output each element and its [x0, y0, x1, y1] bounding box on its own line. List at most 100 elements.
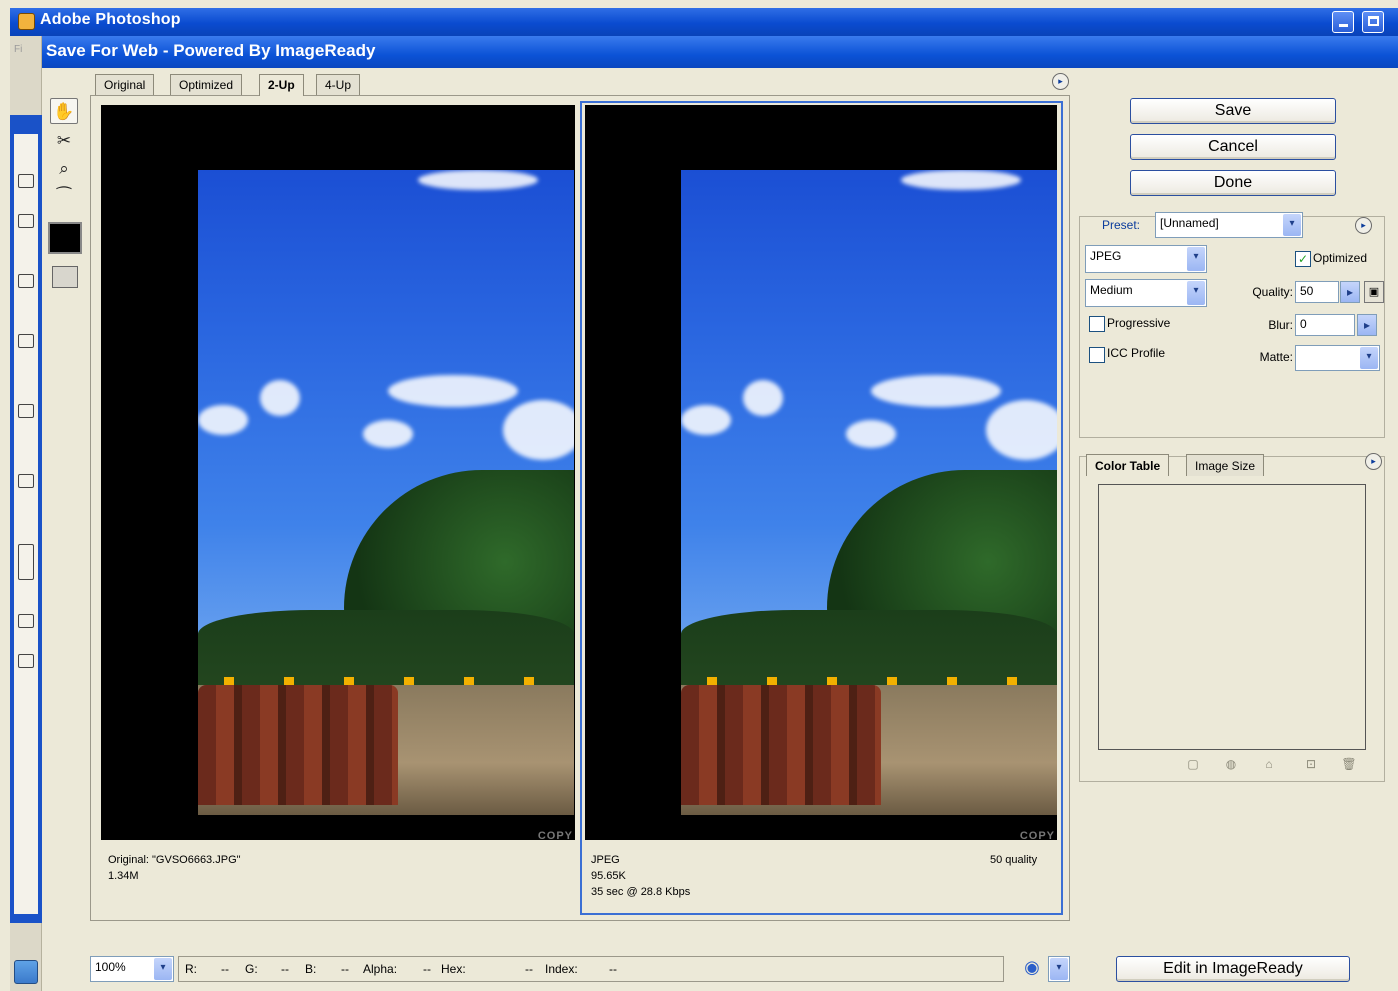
eraser-tool-icon[interactable]	[18, 334, 34, 348]
restore-button[interactable]	[1362, 11, 1384, 33]
quality-input[interactable]: 50	[1295, 281, 1339, 303]
original-photo	[198, 170, 574, 815]
toggle-slices-visibility-button[interactable]	[52, 266, 78, 288]
cloud	[743, 380, 783, 416]
blur-input[interactable]: 0	[1295, 314, 1355, 336]
optimized-download-time[interactable]: 35 sec @ 28.8 Kbps	[591, 884, 690, 900]
optimized-filesize: 95.65K	[591, 870, 626, 882]
cancel-button[interactable]: Cancel	[1130, 134, 1336, 160]
cloud	[846, 420, 896, 448]
eyedropper-color-swatch[interactable]	[48, 222, 82, 254]
photoshop-app-icon	[18, 13, 35, 30]
quickmask-tool-icon[interactable]	[18, 614, 34, 628]
done-button[interactable]: Done	[1130, 170, 1336, 196]
lock-color-icon[interactable]: ⌂	[1260, 755, 1278, 773]
notes-tool-icon[interactable]	[18, 474, 34, 488]
tab-4up[interactable]: 4-Up	[316, 74, 361, 96]
slice-select-icon: ✂	[56, 131, 72, 150]
minimize-button[interactable]	[1332, 11, 1354, 33]
browser-select[interactable]: ▾	[1048, 956, 1070, 982]
icc-profile-label: ICC Profile	[1107, 346, 1166, 360]
blur-label: Blur:	[1268, 318, 1293, 332]
preview-in-browser-button[interactable]: ◉	[1018, 955, 1046, 981]
watermark-text: COPY	[537, 830, 573, 840]
progressive-checkbox[interactable]	[1089, 316, 1105, 332]
hex-label: Hex:	[441, 962, 466, 976]
slice-select-tool-button[interactable]: ✂	[50, 128, 78, 154]
alpha-label: Alpha:	[363, 962, 398, 976]
icc-profile-checkbox[interactable]	[1089, 347, 1105, 363]
optimized-checkbox[interactable]: ✓	[1295, 251, 1311, 267]
photoshop-title: Adobe Photoshop	[40, 11, 181, 28]
preview-menu-button[interactable]: ▸	[1052, 73, 1069, 90]
imageready-jump-icon[interactable]	[14, 960, 38, 984]
save-button[interactable]: Save	[1130, 98, 1336, 124]
optimized-label: Optimized	[1313, 251, 1368, 265]
brush-tool-icon[interactable]	[18, 274, 34, 288]
chevron-right-icon: ▸	[1363, 318, 1371, 332]
zoom-value: 100%	[95, 960, 126, 974]
file-format-value: JPEG	[1090, 249, 1122, 263]
menu-ghost-text: Fi	[14, 44, 23, 55]
chevron-right-icon: ▸	[1346, 285, 1354, 299]
hand-tool-button[interactable]: ✋	[50, 98, 78, 124]
pen-tool-icon[interactable]	[18, 404, 34, 418]
index-value: --	[609, 962, 617, 976]
chevron-down-icon: ▾	[1283, 214, 1301, 236]
quality-mask-button[interactable]: ▣	[1364, 281, 1384, 303]
cloud	[388, 375, 518, 407]
quality-label: Quality:	[1252, 285, 1293, 299]
tab-image-size[interactable]: Image Size	[1186, 454, 1265, 476]
tab-color-table[interactable]: Color Table	[1086, 454, 1170, 476]
tab-2up[interactable]: 2-Up	[259, 74, 304, 96]
hex-value: --	[525, 962, 533, 976]
quality-slider-button[interactable]: ▸	[1340, 281, 1360, 303]
preset-select[interactable]: [Unnamed] ▾	[1155, 212, 1303, 238]
web-snap-icon[interactable]: ◍	[1222, 755, 1240, 773]
menu-arrow-icon: ▸	[1058, 76, 1063, 86]
screen-mode-icon[interactable]	[18, 654, 34, 668]
minimize-icon	[1339, 24, 1348, 27]
chevron-down-icon: ▾	[154, 958, 172, 980]
new-color-icon[interactable]: ⊡	[1302, 755, 1320, 773]
original-filesize: 1.34M	[108, 870, 139, 882]
photoshop-titlebar: Adobe Photoshop	[10, 8, 1398, 36]
g-label: G:	[245, 962, 258, 976]
color-table-menu-button[interactable]: ▸	[1365, 453, 1382, 470]
blur-slider-button[interactable]: ▸	[1357, 314, 1377, 336]
original-preview-pane[interactable]: COPY	[101, 105, 575, 840]
dialog-titlebar: Save For Web - Powered By ImageReady	[42, 36, 1398, 68]
watermark-text: COPY	[1019, 830, 1055, 840]
optimized-preview-pane[interactable]: COPY	[585, 105, 1057, 840]
settings-menu-button[interactable]: ▸	[1355, 217, 1372, 234]
original-info: Original: "GVSO6663.JPG" 1.34M	[108, 852, 241, 884]
tab-original[interactable]: Original	[95, 74, 155, 96]
cloud	[260, 380, 300, 416]
progressive-label: Progressive	[1107, 316, 1171, 330]
map-to-transparent-icon[interactable]: ▢	[1184, 755, 1202, 773]
lasso-tool-icon[interactable]	[18, 214, 34, 228]
color-swatch-icon[interactable]	[18, 544, 34, 580]
matte-select[interactable]: ▾	[1295, 345, 1380, 371]
zoom-icon: ⌕	[59, 159, 69, 178]
zoom-level-select[interactable]: 100% ▾	[90, 956, 174, 982]
cloud	[503, 400, 574, 460]
trash-icon[interactable]: 🗑	[1340, 755, 1358, 773]
matte-label: Matte:	[1259, 350, 1293, 364]
cloud	[363, 420, 413, 448]
dialog-title: Save For Web - Powered By ImageReady	[46, 41, 376, 60]
tab-optimized[interactable]: Optimized	[170, 74, 243, 96]
zoom-tool-button[interactable]: ⌕	[50, 156, 78, 182]
cloud	[681, 405, 731, 435]
marquee-tool-icon[interactable]	[18, 174, 34, 188]
file-format-select[interactable]: JPEG ▾	[1085, 245, 1207, 273]
restore-icon	[1368, 16, 1379, 26]
color-table-swatches[interactable]	[1098, 484, 1366, 750]
check-icon: ✓	[1297, 252, 1309, 266]
compression-quality-select[interactable]: Medium ▾	[1085, 279, 1207, 307]
hand-icon: ✋	[53, 102, 75, 121]
eyedropper-tool-button[interactable]: ⁀	[50, 184, 78, 210]
r-label: R:	[185, 962, 197, 976]
edit-in-imageready-button[interactable]: Edit in ImageReady	[1116, 956, 1350, 982]
r-value: --	[221, 962, 229, 976]
